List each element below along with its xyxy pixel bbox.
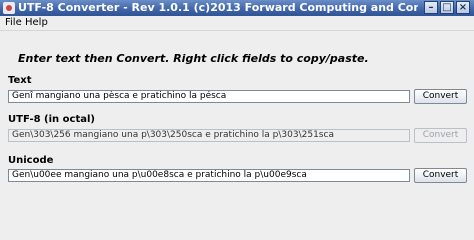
convert-text-button[interactable]: Convert (414, 89, 467, 104)
title-bar[interactable]: UTF-8 Converter - Rev 1.0.1 (c)2013 Forw… (0, 0, 474, 16)
text-label: Text (8, 75, 32, 86)
text-input[interactable]: Genî mangiano una pèsca e pratichino la … (8, 90, 410, 103)
instruction-text: Enter text then Convert. Right click fie… (18, 52, 369, 65)
menu-help[interactable]: Help (25, 17, 48, 29)
utf8-field[interactable]: Gen\303\256 mangiano una p\303\250sca e … (8, 129, 410, 142)
unicode-input[interactable]: Gen\u00ee mangiano una p\u00e8sca e prat… (8, 169, 410, 182)
menu-file[interactable]: File (5, 17, 22, 29)
convert-unicode-button[interactable]: Convert (414, 168, 467, 183)
unicode-label: Unicode (8, 155, 54, 166)
utf8-label: UTF-8 (in octal) (8, 114, 95, 125)
window-title: UTF-8 Converter - Rev 1.0.1 (c)2013 Forw… (18, 1, 418, 14)
maximize-icon[interactable]: □ (440, 1, 454, 14)
minimize-icon[interactable]: – (424, 1, 438, 14)
app-icon[interactable] (3, 2, 15, 14)
convert-utf8-button[interactable]: Convert (414, 128, 467, 143)
close-icon[interactable]: × (456, 1, 470, 14)
menu-bar: File Help (0, 16, 474, 31)
